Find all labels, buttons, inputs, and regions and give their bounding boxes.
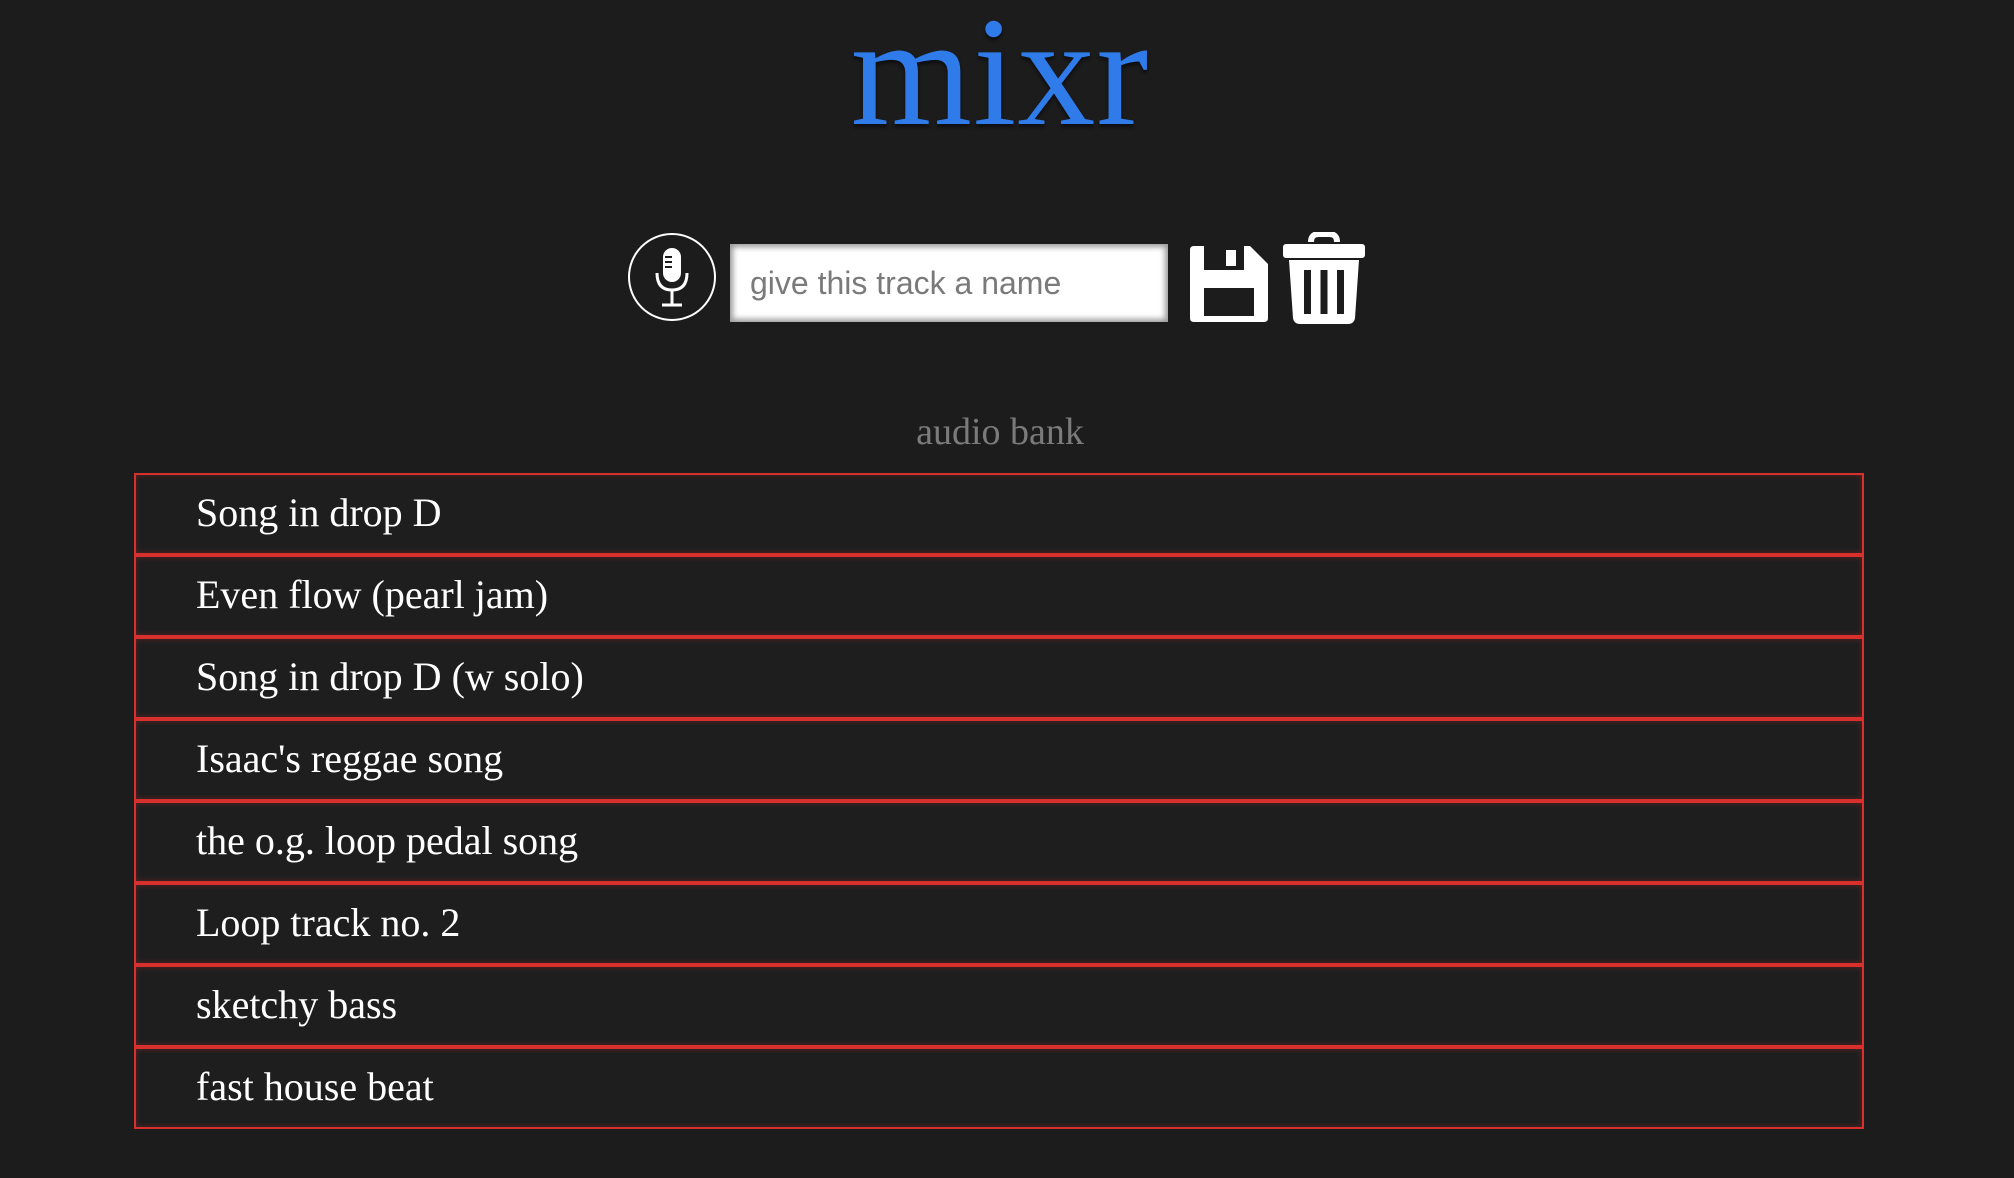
track-name: the o.g. loop pedal song xyxy=(196,818,579,863)
app-logo: mixr xyxy=(850,0,1150,158)
audio-bank-list: Song in drop D Even flow (pearl jam) Son… xyxy=(134,473,1864,1129)
microphone-icon xyxy=(655,248,689,307)
track-row[interactable]: Isaac's reggae song xyxy=(134,719,1864,801)
track-row[interactable]: Even flow (pearl jam) xyxy=(134,555,1864,637)
track-name: sketchy bass xyxy=(196,982,398,1027)
track-row[interactable]: Song in drop D xyxy=(134,473,1864,555)
track-name-input[interactable] xyxy=(730,244,1168,322)
track-name: Song in drop D (w solo) xyxy=(196,654,584,699)
track-name: Isaac's reggae song xyxy=(196,736,504,781)
track-name: Song in drop D xyxy=(196,490,442,535)
trash-icon xyxy=(1283,231,1365,324)
delete-button[interactable] xyxy=(1283,231,1365,324)
track-row[interactable]: the o.g. loop pedal song xyxy=(134,801,1864,883)
track-name: Even flow (pearl jam) xyxy=(196,572,549,617)
track-row[interactable]: sketchy bass xyxy=(134,965,1864,1047)
floppy-disk-icon xyxy=(1190,246,1268,322)
track-row[interactable]: Song in drop D (w solo) xyxy=(134,637,1864,719)
save-button[interactable] xyxy=(1190,246,1268,322)
track-name: fast house beat xyxy=(196,1064,434,1109)
track-row[interactable]: fast house beat xyxy=(134,1047,1864,1129)
audio-bank-title: audio bank xyxy=(916,411,1084,453)
record-button[interactable] xyxy=(628,233,716,321)
track-name: Loop track no. 2 xyxy=(196,900,461,945)
track-row[interactable]: Loop track no. 2 xyxy=(134,883,1864,965)
